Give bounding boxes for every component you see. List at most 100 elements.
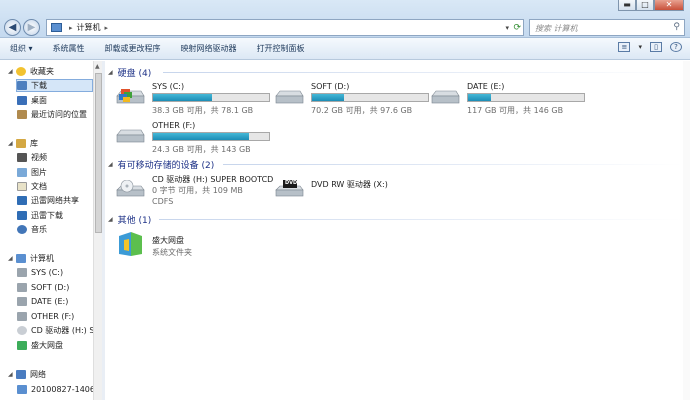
content-scrollbar[interactable]	[683, 61, 690, 400]
minimize-button[interactable]: ▬	[618, 0, 636, 11]
item-name: 盛大网盘	[152, 236, 184, 245]
nav-downloads[interactable]: 下载	[16, 79, 93, 92]
collapse-icon[interactable]: ◢	[108, 161, 113, 168]
refresh-icon[interactable]: ⟳	[513, 23, 521, 33]
nav-libraries[interactable]: ◢ 库	[8, 137, 38, 150]
drive-item[interactable]: OTHER (F:) 24.3 GB 可用，共 143 GB	[115, 121, 275, 155]
chevron-down-icon[interactable]: ▾	[638, 43, 642, 51]
drive-name: CD 驱动器 (H:) SUPER BOOTCD	[152, 175, 274, 184]
nav-videos[interactable]: 视频	[17, 151, 47, 164]
recent-places-icon	[17, 110, 27, 119]
help-icon[interactable]: ?	[670, 42, 682, 52]
nav-music[interactable]: 音乐	[17, 223, 47, 236]
address-path[interactable]: 计算机	[77, 22, 101, 33]
nav-label: 最近访问的位置	[31, 110, 87, 119]
nav-label: 视频	[31, 153, 47, 162]
documents-icon	[17, 182, 27, 191]
drive-item[interactable]: SYS (C:) 38.3 GB 可用，共 78.1 GB	[115, 82, 275, 116]
cd-drive-item[interactable]: CD 驱动器 (H:) SUPER BOOTCD 0 字节 可用，共 109 M…	[115, 174, 280, 208]
nav-drive-c[interactable]: SYS (C:)	[17, 266, 63, 279]
back-button[interactable]: ◀	[4, 19, 21, 36]
scroll-up-icon[interactable]: ▲	[95, 63, 100, 70]
expand-icon[interactable]: ◢	[8, 68, 16, 75]
scrollbar-thumb[interactable]	[95, 73, 102, 233]
divider	[223, 164, 683, 165]
window-controls: ▬ □ ✕	[618, 0, 684, 11]
cd-drive-icon	[17, 326, 27, 335]
address-bar[interactable]: ▸ 计算机 ▸ ▾ ⟳	[46, 19, 524, 36]
group-title: 其他 (1)	[117, 216, 152, 226]
search-placeholder: 搜索 计算机	[535, 24, 578, 33]
collapse-icon[interactable]: ◢	[108, 216, 113, 223]
computer-icon	[51, 23, 62, 32]
network-icon	[16, 370, 26, 379]
open-control-panel-button[interactable]: 打开控制面板	[247, 43, 315, 54]
shengda-item[interactable]: 盛大网盘 系统文件夹	[115, 230, 275, 264]
drive-name: DVD RW 驱动器 (X:)	[311, 180, 388, 189]
nav-label: 盛大网盘	[31, 341, 63, 350]
nav-recent[interactable]: 最近访问的位置	[17, 108, 87, 121]
view-controls: ≡ ▾ ▯ ?	[618, 42, 682, 52]
capacity-bar	[152, 93, 270, 102]
uninstall-program-button[interactable]: 卸载或更改程序	[95, 43, 171, 54]
expand-icon[interactable]: ◢	[8, 371, 16, 378]
content-pane: ◢ 硬盘 (4) SYS (C:) 38.3 GB 可用，共 78.1 GB S…	[105, 61, 690, 400]
group-title: 硬盘 (4)	[117, 69, 152, 79]
nav-drive-f[interactable]: OTHER (F:)	[17, 310, 74, 323]
drive-name: DATE (E:)	[467, 82, 505, 91]
hard-drive-icon	[275, 90, 304, 104]
nav-computer[interactable]: ◢ 计算机	[8, 252, 54, 265]
pictures-icon	[17, 168, 27, 177]
hard-drive-icon	[431, 90, 460, 104]
search-icon[interactable]: ⚲	[673, 22, 680, 32]
group-header-removable[interactable]: ◢ 有可移动存储的设备 (2)	[108, 158, 214, 171]
desktop-icon	[17, 96, 27, 105]
organize-button[interactable]: 组织 ▾	[0, 43, 43, 54]
nav-label: 20100827-1406	[31, 385, 93, 394]
divider	[163, 72, 683, 73]
group-header-other[interactable]: ◢ 其他 (1)	[108, 213, 151, 226]
preview-pane-icon[interactable]: ▯	[650, 42, 662, 52]
nav-documents[interactable]: 文档	[17, 180, 47, 193]
map-network-drive-button[interactable]: 映射网络驱动器	[171, 43, 247, 54]
drive-item[interactable]: SOFT (D:) 70.2 GB 可用，共 97.6 GB	[274, 82, 434, 116]
expand-icon[interactable]: ◢	[8, 140, 16, 147]
nav-desktop[interactable]: 桌面	[17, 94, 47, 107]
drive-item[interactable]: DATE (E:) 117 GB 可用，共 146 GB	[430, 82, 590, 116]
dvd-drive-item[interactable]: DVD DVD RW 驱动器 (X:)	[274, 174, 434, 208]
chevron-down-icon[interactable]: ▾	[505, 24, 509, 32]
nav-drive-d[interactable]: SOFT (D:)	[17, 281, 69, 294]
nav-network[interactable]: ◢ 网络	[8, 368, 46, 381]
capacity-fill	[468, 94, 492, 101]
forward-button[interactable]: ▶	[23, 19, 40, 36]
nav-pictures[interactable]: 图片	[17, 166, 47, 179]
nav-thunder-download[interactable]: 迅雷下载	[17, 209, 63, 222]
nav-drive-e[interactable]: DATE (E:)	[17, 295, 68, 308]
expand-icon[interactable]: ◢	[8, 255, 16, 262]
drive-free-space: 24.3 GB 可用，共 143 GB	[152, 145, 251, 154]
view-options-icon[interactable]: ≡	[618, 42, 631, 52]
group-title: 有可移动存储的设备 (2)	[117, 161, 215, 171]
search-input[interactable]: 搜索 计算机 ⚲	[529, 19, 685, 36]
hard-drive-icon	[17, 297, 27, 306]
chevron-right-icon[interactable]: ▸	[105, 24, 109, 32]
nav-drive-h[interactable]: CD 驱动器 (H:) S	[17, 324, 93, 337]
chevron-right-icon[interactable]: ▸	[69, 24, 73, 32]
cloud-drive-icon	[17, 341, 27, 350]
drive-free-space: 117 GB 可用，共 146 GB	[467, 106, 564, 115]
nav-thunder-share[interactable]: 迅雷网络共享	[17, 194, 79, 207]
collapse-icon[interactable]: ◢	[108, 69, 113, 76]
nav-label: 库	[30, 139, 38, 148]
navigation-scrollbar[interactable]: ▲	[93, 61, 102, 400]
group-header-hard-drives[interactable]: ◢ 硬盘 (4)	[108, 66, 151, 79]
nav-favorites[interactable]: ◢ 收藏夹	[8, 65, 54, 78]
library-icon	[16, 139, 26, 148]
nav-shengda[interactable]: 盛大网盘	[17, 339, 63, 352]
maximize-button[interactable]: □	[636, 0, 654, 11]
close-button[interactable]: ✕	[654, 0, 684, 11]
nav-network-host[interactable]: 20100827-1406	[17, 383, 93, 396]
thunder-share-icon	[17, 196, 27, 205]
command-bar: 组织 ▾ 系统属性 卸载或更改程序 映射网络驱动器 打开控制面板 ≡ ▾ ▯ ?	[0, 38, 690, 60]
system-drive-icon	[17, 268, 27, 277]
system-properties-button[interactable]: 系统属性	[43, 43, 95, 54]
